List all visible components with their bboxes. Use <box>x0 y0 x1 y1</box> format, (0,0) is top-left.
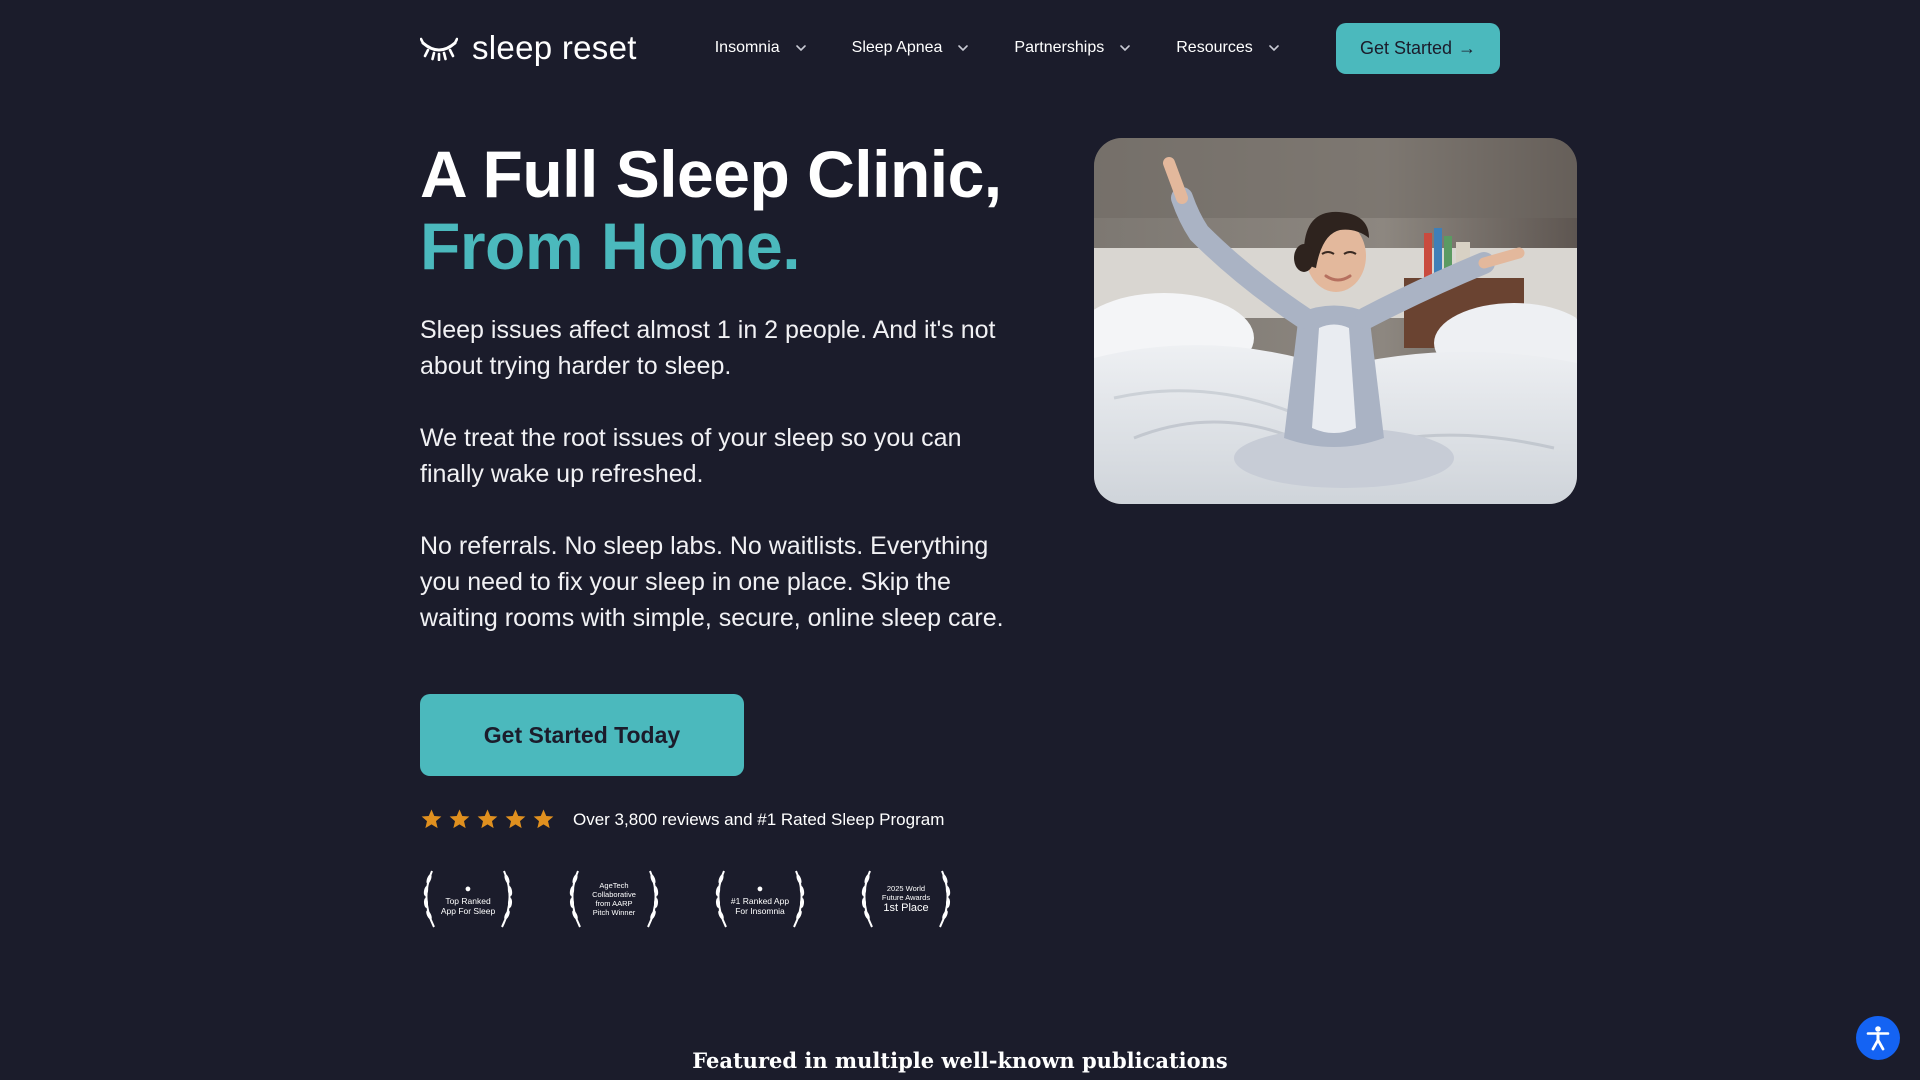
hero-image <box>1094 138 1577 504</box>
rating-text: Over 3,800 reviews and #1 Rated Sleep Pr… <box>573 809 945 829</box>
award-line: Collaborative <box>592 890 636 899</box>
nav-label: Partnerships <box>1014 39 1105 56</box>
nav-sleep-apnea[interactable]: Sleep Apnea <box>852 39 971 57</box>
award-line: App For Sleep <box>440 905 496 916</box>
award-line: #1 Ranked App <box>730 895 790 906</box>
hero-paragraph-2: We treat the root issues of your sleep s… <box>420 424 962 488</box>
header-cta-label: Get Started <box>1359 37 1453 58</box>
header-get-started-button[interactable]: Get Started → <box>1336 22 1500 74</box>
primary-cta-label: Get Started Today <box>483 721 681 748</box>
woman-waking-up-image <box>1094 138 1577 504</box>
chevron-down-icon <box>1120 45 1131 52</box>
headline-line1: A Full Sleep Clinic, <box>420 137 1002 211</box>
award-line: from AARP <box>595 899 633 908</box>
nav-label: Sleep Apnea <box>851 39 943 56</box>
get-started-today-button[interactable]: Get Started Today <box>420 694 744 776</box>
apple-icon: ● <box>756 882 764 895</box>
arrow-right-icon: → <box>1458 37 1477 58</box>
logo[interactable]: sleep reset <box>420 29 637 67</box>
award-text: ● #1 Ranked App For Insomnia <box>730 867 790 931</box>
nav-insomnia[interactable]: Insomnia <box>715 39 808 57</box>
award-badge: ● #1 Ranked App For Insomnia <box>712 867 808 931</box>
nav-partnerships[interactable]: Partnerships <box>1014 39 1132 57</box>
star-icon <box>421 809 442 829</box>
featured-heading: Featured in multiple well-known publicat… <box>692 1048 1228 1073</box>
logo-text: sleep reset <box>472 29 637 66</box>
award-line: 1st Place <box>883 902 929 914</box>
rating: Over 3,800 reviews and #1 Rated Sleep Pr… <box>420 808 1010 831</box>
award-text: 2025 World Future Awards 1st Place <box>876 867 936 931</box>
chevron-down-icon <box>1268 45 1279 52</box>
award-badge: AgeTech Collaborative from AARP Pitch Wi… <box>566 867 662 931</box>
nav-label: Resources <box>1176 39 1253 56</box>
award-line: Pitch Winner <box>592 908 636 917</box>
site-header: sleep reset Insomnia Sleep Apnea Partner… <box>420 22 1500 74</box>
apple-icon: ● <box>464 882 472 895</box>
hero-paragraph-1: Sleep issues affect almost 1 in 2 people… <box>420 316 996 380</box>
chevron-down-icon <box>958 45 969 52</box>
award-line: 2025 World <box>886 884 926 893</box>
star-icon <box>533 809 554 829</box>
award-line: Future Awards <box>881 893 931 902</box>
award-text: ● Top Ranked App For Sleep <box>438 867 498 931</box>
main-nav: Insomnia Sleep Apnea Partnerships Resour… <box>715 39 1325 57</box>
accessibility-button[interactable] <box>1856 1016 1900 1060</box>
award-line: Top Ranked <box>445 895 491 906</box>
nav-label: Insomnia <box>714 39 780 56</box>
award-badge: ● Top Ranked App For Sleep <box>420 867 516 931</box>
accessibility-icon <box>1866 1026 1890 1051</box>
award-line: AgeTech <box>599 881 629 890</box>
award-badge: 2025 World Future Awards 1st Place <box>858 867 954 931</box>
headline-line2: From Home. <box>420 209 801 283</box>
star-icon <box>477 809 498 829</box>
hero-headline: A Full Sleep Clinic, From Home. <box>420 138 1010 282</box>
chevron-down-icon <box>795 45 806 52</box>
awards: ● Top Ranked App For Sleep AgeTech Colla… <box>420 867 1010 931</box>
eye-lash-logo-icon <box>420 37 458 61</box>
nav-resources[interactable]: Resources <box>1176 39 1280 57</box>
star-icon <box>505 809 526 829</box>
hero-content: A Full Sleep Clinic, From Home. Sleep is… <box>420 138 1010 931</box>
star-icon <box>449 809 470 829</box>
hero-paragraph-3: No referrals. No sleep labs. No waitlist… <box>420 532 1004 632</box>
star-rating <box>420 808 555 831</box>
award-text: AgeTech Collaborative from AARP Pitch Wi… <box>584 867 644 931</box>
award-line: For Insomnia <box>735 905 785 916</box>
